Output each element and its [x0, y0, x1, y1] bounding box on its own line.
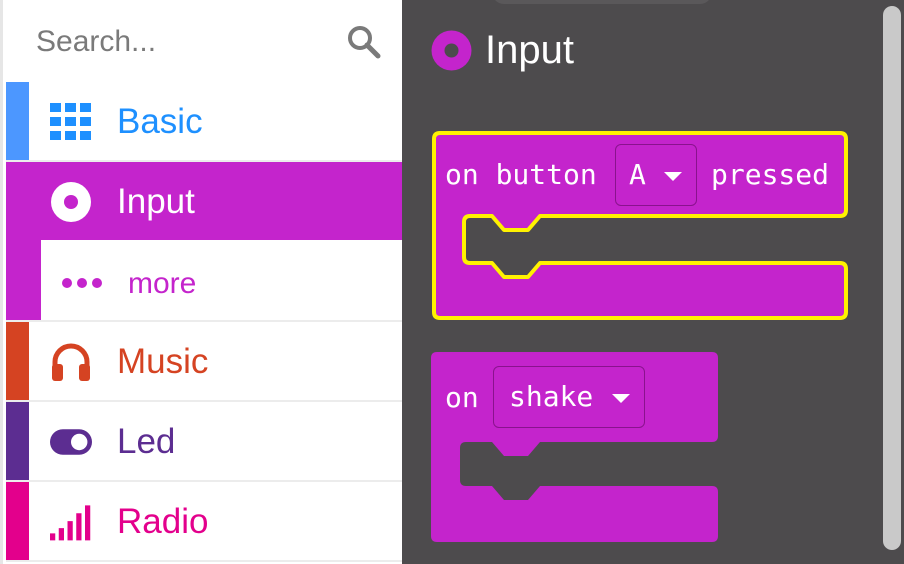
- toggle-icon: [50, 421, 92, 463]
- category-color-stripe: [6, 82, 29, 160]
- category-color-stripe: [6, 482, 29, 560]
- category-music[interactable]: Music: [6, 322, 405, 402]
- divider: [41, 240, 405, 241]
- category-input[interactable]: Input: [6, 162, 405, 240]
- category-basic[interactable]: Basic: [6, 82, 405, 162]
- category-color-stripe: [6, 322, 29, 400]
- headphones-icon: [50, 341, 92, 383]
- search-input[interactable]: [36, 22, 336, 62]
- radio-button-icon: [50, 181, 92, 223]
- category-label: Basic: [117, 102, 203, 141]
- search-bar: [6, 0, 405, 82]
- category-label: Music: [117, 342, 209, 381]
- toolbox: Basic Input more Music: [0, 0, 405, 564]
- category-color-stripe: [6, 402, 29, 480]
- category-color-stripe: [6, 240, 41, 320]
- block-shape: [431, 352, 718, 542]
- gesture-dropdown[interactable]: shake: [493, 366, 645, 428]
- category-label: Input: [117, 182, 195, 221]
- category-led[interactable]: Led: [6, 402, 405, 482]
- signal-bars-icon: [50, 501, 92, 543]
- category-label: more: [128, 267, 197, 300]
- block-prefix-text: on: [445, 381, 479, 414]
- chevron-down-icon: [612, 394, 630, 403]
- category-label: Radio: [117, 502, 209, 541]
- search-icon[interactable]: [346, 24, 382, 60]
- category-input-more[interactable]: more: [6, 240, 405, 322]
- grid-icon: [50, 101, 92, 143]
- flyout-scrollbar[interactable]: [883, 6, 901, 550]
- category-label: Led: [117, 422, 176, 461]
- dropdown-value: shake: [509, 380, 594, 413]
- more-dots-icon: [62, 278, 102, 288]
- category-radio[interactable]: Radio: [6, 482, 405, 562]
- block-flyout: Input on button A pressed on shake: [402, 0, 904, 564]
